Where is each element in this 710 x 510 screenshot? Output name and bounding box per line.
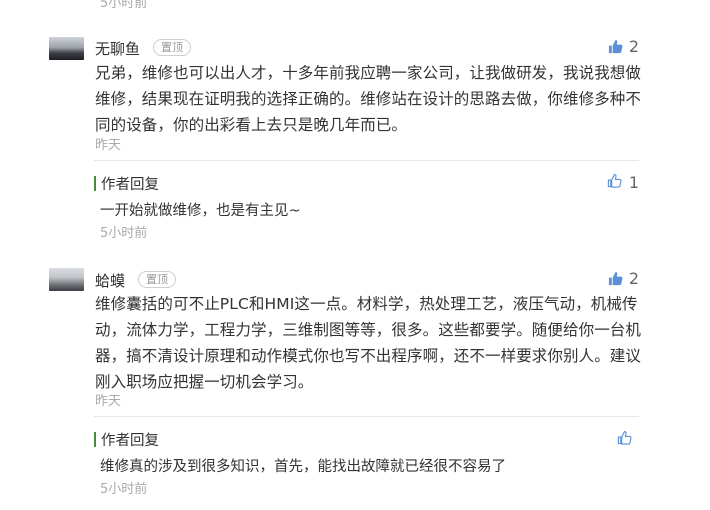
author-reply: 作者回复 维修真的涉及到很多知识，首先，能找出故障就已经很不容易了 5小时前 [94, 426, 639, 497]
reply-time: 5小时前 [100, 482, 148, 497]
thumbs-up-icon [608, 39, 623, 54]
reply-time: 5小时前 [100, 226, 148, 241]
author-reply-label: 作者回复 [101, 433, 159, 449]
author-reply-label: 作者回复 [101, 177, 159, 193]
comment-text: 兄弟，维修也可以出人才，十多年前我应聘一家公司，让我做研发，我说我想做维修，结果… [95, 64, 642, 134]
reply-accent-bar [94, 176, 96, 191]
comment-username[interactable]: 无聊鱼 [95, 38, 140, 59]
reply-text: 维修真的涉及到很多知识，首先，能找出故障就已经很不容易了 [100, 459, 506, 475]
reply-accent-bar [94, 432, 96, 447]
comment-text: 维修囊括的可不止PLC和HMI这一点。材料学，热处理工艺，液压气动，机械传动，流… [95, 295, 642, 391]
avatar[interactable] [49, 37, 84, 60]
reply-like-button[interactable] [617, 430, 639, 449]
comment-time: 昨天 [95, 138, 122, 153]
divider [94, 416, 639, 417]
author-reply: 作者回复 1 一开始就做维修，也是有主见~ 5小时前 [94, 170, 639, 241]
pinned-badge: 置顶 [138, 271, 176, 288]
like-count: 2 [628, 269, 639, 288]
previous-comment-time: 5小时前 [100, 0, 148, 11]
thumbs-up-icon [607, 173, 622, 192]
reply-like-count: 1 [628, 173, 639, 192]
reply-like-button[interactable]: 1 [607, 173, 639, 192]
comment-username[interactable]: 蛤蟆 [95, 270, 125, 291]
thumbs-up-icon [617, 430, 632, 449]
like-count: 2 [628, 37, 639, 56]
comment-time: 昨天 [95, 394, 122, 409]
avatar[interactable] [49, 268, 84, 291]
thumbs-up-icon [608, 271, 623, 286]
reply-text: 一开始就做维修，也是有主见~ [100, 203, 301, 219]
pinned-badge: 置顶 [153, 39, 191, 56]
like-button[interactable]: 2 [608, 269, 639, 288]
divider [94, 160, 639, 161]
like-button[interactable]: 2 [608, 37, 639, 56]
